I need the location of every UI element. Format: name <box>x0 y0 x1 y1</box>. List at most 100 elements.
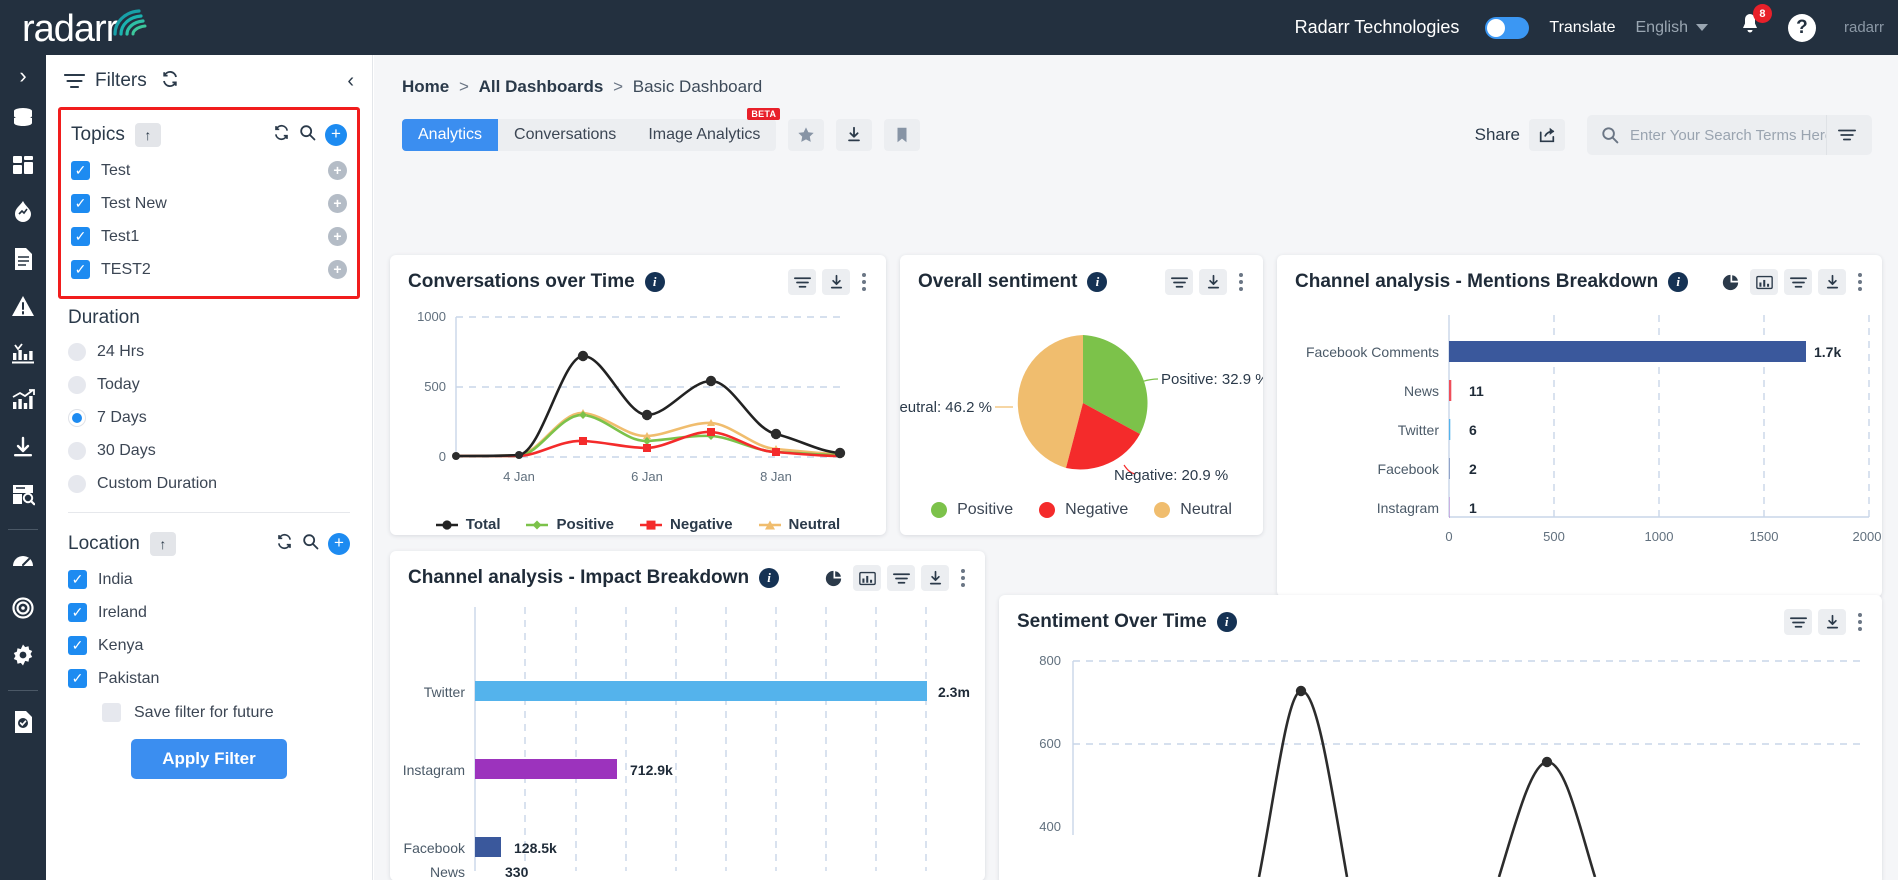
save-filter-row[interactable]: Save filter for future <box>102 703 350 722</box>
duration-radio[interactable] <box>68 342 86 361</box>
topic-checkbox[interactable]: ✓ <box>71 260 90 279</box>
location-checkbox[interactable]: ✓ <box>68 669 87 688</box>
card-filter-button[interactable] <box>788 269 816 295</box>
duration-radio[interactable] <box>68 474 86 493</box>
refresh-icon[interactable] <box>161 70 179 93</box>
location-checkbox[interactable]: ✓ <box>68 570 87 589</box>
dashboard-grid-icon[interactable] <box>8 150 38 180</box>
card-bar-view-button[interactable] <box>1750 269 1778 295</box>
download-dashboard-button[interactable] <box>836 119 873 151</box>
duration-option-today[interactable]: Today <box>68 368 350 401</box>
topics-search-icon[interactable] <box>299 124 316 146</box>
search-filter-button[interactable] <box>1826 115 1866 155</box>
location-checkbox[interactable]: ✓ <box>68 603 87 622</box>
duration-option-7-days[interactable]: 7 Days <box>68 401 350 434</box>
legend-negative[interactable]: Negative <box>640 516 733 533</box>
alerts-warning-icon[interactable] <box>8 291 38 321</box>
duration-radio-selected[interactable] <box>68 408 86 427</box>
card-download-button[interactable] <box>921 565 949 591</box>
topic-item[interactable]: ✓ Test New + <box>71 187 347 220</box>
location-refresh-icon[interactable] <box>276 533 293 555</box>
notifications-button[interactable]: 8 <box>1738 4 1772 43</box>
topic-add-icon[interactable]: + <box>328 194 347 213</box>
duration-option-30-days[interactable]: 30 Days <box>68 434 350 467</box>
card-menu-button[interactable] <box>856 273 872 291</box>
report-search-icon[interactable] <box>8 479 38 509</box>
favorite-button[interactable] <box>788 119 825 151</box>
tab-image-analytics[interactable]: Image Analytics BETA <box>632 108 781 151</box>
tab-conversations[interactable]: Conversations <box>498 119 632 151</box>
search-box[interactable] <box>1587 115 1872 155</box>
topic-add-icon[interactable]: + <box>328 161 347 180</box>
card-download-button[interactable] <box>1818 269 1846 295</box>
topic-add-icon[interactable]: + <box>328 227 347 246</box>
location-search-icon[interactable] <box>302 533 319 555</box>
topic-add-icon[interactable]: + <box>328 260 347 279</box>
card-filter-button[interactable] <box>887 565 915 591</box>
card-filter-button[interactable] <box>1784 609 1812 635</box>
document-icon[interactable] <box>8 244 38 274</box>
tab-analytics[interactable]: Analytics <box>402 119 499 151</box>
card-download-button[interactable] <box>822 269 850 295</box>
card-menu-button[interactable] <box>1233 273 1249 291</box>
theme-toggle[interactable] <box>1485 16 1530 39</box>
trends-flame-icon[interactable] <box>8 197 38 227</box>
card-download-button[interactable] <box>1818 609 1846 635</box>
topic-item[interactable]: ✓ Test + <box>71 154 347 187</box>
database-icon[interactable] <box>8 103 38 133</box>
card-bar-view-button[interactable] <box>853 565 881 591</box>
compliance-doc-icon[interactable] <box>8 707 38 737</box>
legend-total[interactable]: Total <box>435 516 500 533</box>
legend-neutral[interactable]: Neutral <box>758 516 840 533</box>
legend-negative[interactable]: Negative <box>1039 501 1128 519</box>
info-icon[interactable]: i <box>644 272 665 292</box>
share-control[interactable]: Share <box>1475 119 1565 151</box>
card-download-button[interactable] <box>1199 269 1227 295</box>
card-menu-button[interactable] <box>1852 613 1868 631</box>
location-item[interactable]: ✓ Pakistan <box>68 662 350 695</box>
info-icon[interactable]: i <box>1087 272 1108 292</box>
language-selector[interactable]: English <box>1636 19 1708 37</box>
duration-radio[interactable] <box>68 441 86 460</box>
card-menu-button[interactable] <box>955 569 971 587</box>
card-filter-button[interactable] <box>1784 269 1812 295</box>
topic-checkbox[interactable]: ✓ <box>71 194 90 213</box>
info-icon[interactable]: i <box>1216 612 1237 632</box>
topics-refresh-icon[interactable] <box>273 124 290 146</box>
breadcrumb-all-dashboards[interactable]: All Dashboards <box>479 77 604 96</box>
rail-expand-icon[interactable]: › <box>19 63 26 89</box>
location-sort-button[interactable]: ↑ <box>149 532 176 556</box>
location-item[interactable]: ✓ Kenya <box>68 629 350 662</box>
add-topic-button[interactable]: + <box>325 124 347 146</box>
collapse-panel-icon[interactable]: ‹ <box>347 70 354 93</box>
info-icon[interactable]: i <box>1668 272 1689 292</box>
card-menu-button[interactable] <box>1852 273 1868 291</box>
topic-checkbox[interactable]: ✓ <box>71 227 90 246</box>
performance-gauge-icon[interactable] <box>8 546 38 576</box>
info-icon[interactable]: i <box>759 568 780 588</box>
legend-positive[interactable]: Positive <box>931 501 1013 519</box>
share-button[interactable] <box>1529 119 1565 151</box>
duration-option-24-hrs[interactable]: 24 Hrs <box>68 335 350 368</box>
save-filter-checkbox[interactable] <box>102 703 121 722</box>
analytics-growth-icon[interactable] <box>8 385 38 415</box>
card-filter-button[interactable] <box>1165 269 1193 295</box>
location-item[interactable]: ✓ Ireland <box>68 596 350 629</box>
card-pie-view-button[interactable] <box>819 565 847 591</box>
duration-radio[interactable] <box>68 375 86 394</box>
card-pie-view-button[interactable] <box>1716 269 1744 295</box>
apply-filter-button[interactable]: Apply Filter <box>131 739 287 779</box>
add-location-button[interactable]: + <box>328 533 350 555</box>
settings-gear-icon[interactable] <box>8 640 38 670</box>
location-item[interactable]: ✓ India <box>68 563 350 596</box>
help-button[interactable]: ? <box>1787 13 1816 42</box>
app-logo[interactable]: radarr <box>22 8 155 48</box>
target-icon[interactable] <box>8 593 38 623</box>
topic-item[interactable]: ✓ Test1 + <box>71 220 347 253</box>
topic-checkbox[interactable]: ✓ <box>71 161 90 180</box>
topics-sort-button[interactable]: ↑ <box>134 123 161 147</box>
duration-option-custom[interactable]: Custom Duration <box>68 467 350 500</box>
campaign-chart-icon[interactable] <box>8 338 38 368</box>
search-input[interactable] <box>1630 126 1826 144</box>
location-checkbox[interactable]: ✓ <box>68 636 87 655</box>
